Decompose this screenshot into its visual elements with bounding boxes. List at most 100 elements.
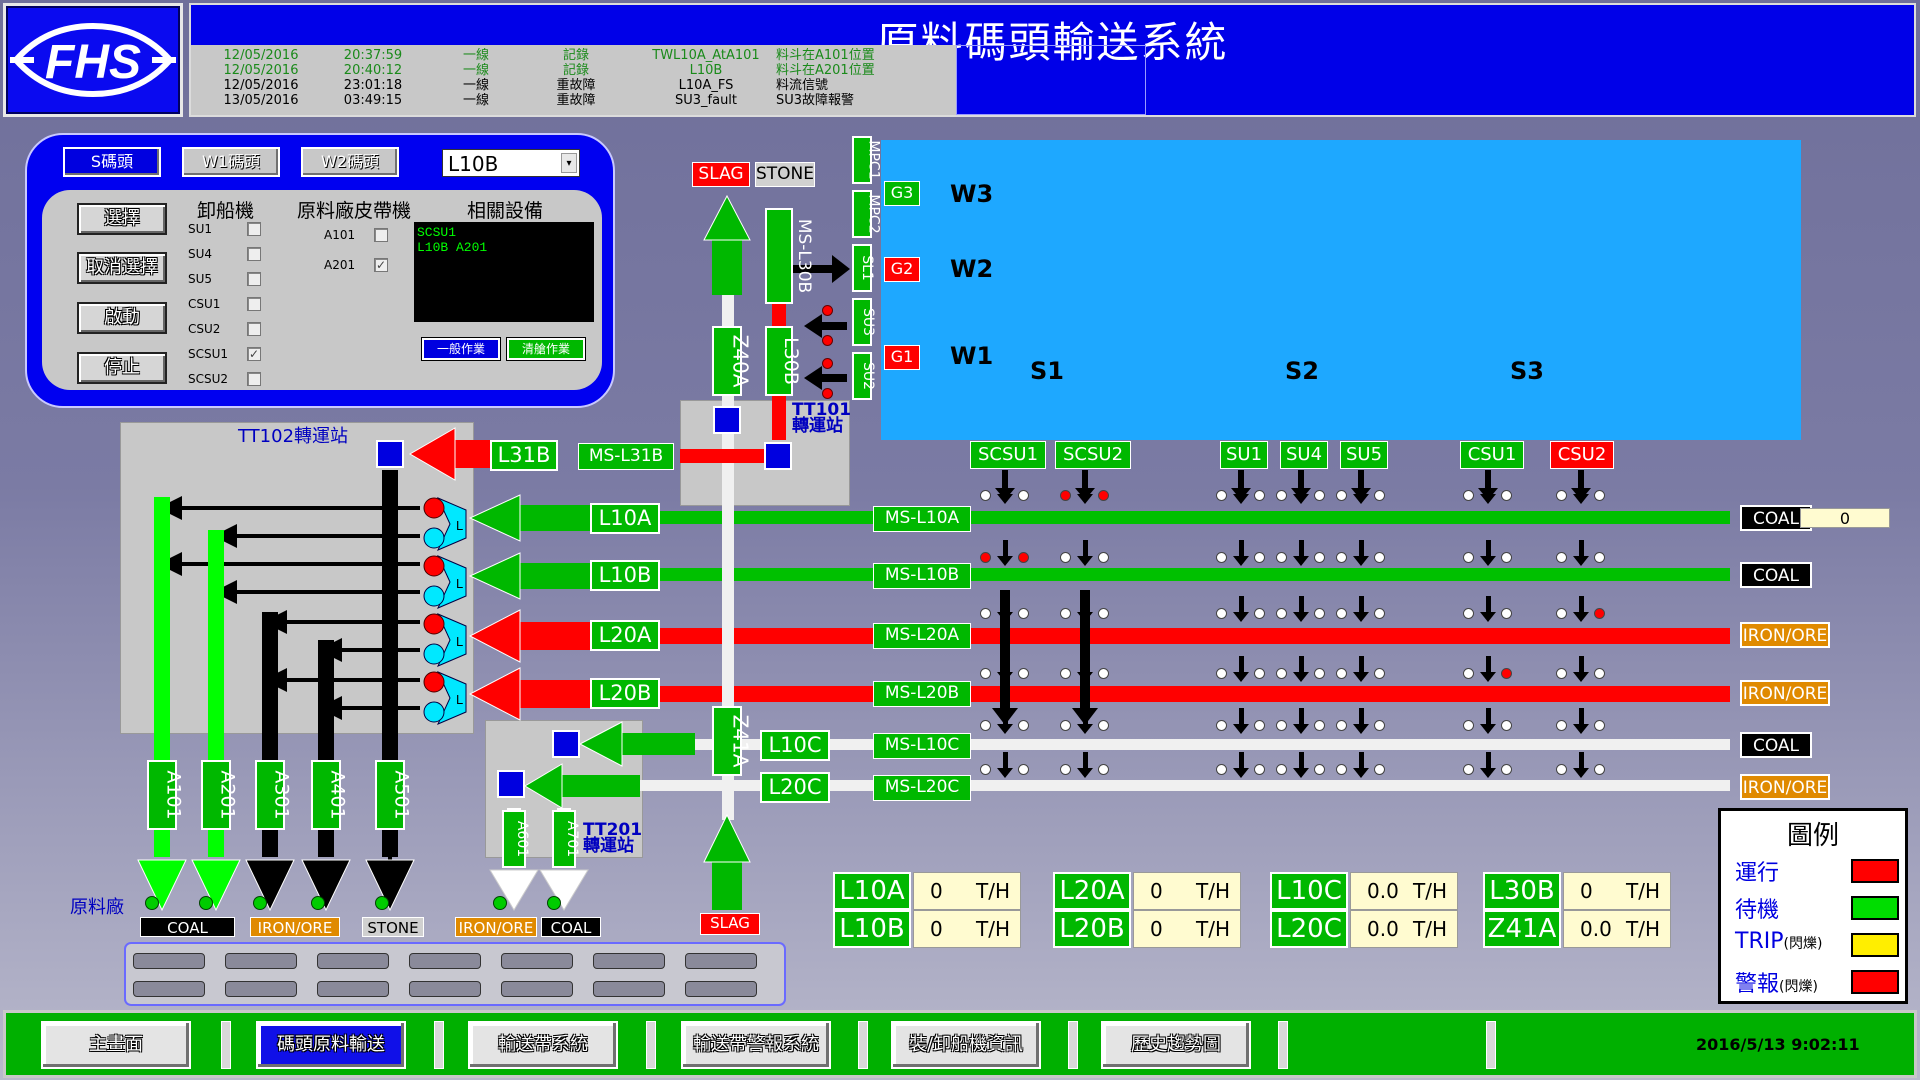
unloader-scsu2[interactable]: SCSU2 bbox=[1055, 441, 1131, 469]
feeder-arrow-head bbox=[1233, 556, 1249, 566]
stone-tag: STONE bbox=[755, 162, 815, 187]
nav-button-1[interactable]: 碼頭原料輸送 bbox=[256, 1021, 406, 1069]
feeder-arrow-head bbox=[1077, 768, 1093, 778]
belt-l10c bbox=[695, 739, 1730, 750]
feeder-arrow-head bbox=[1233, 672, 1249, 682]
feeder-arrow-head bbox=[1353, 768, 1369, 778]
feeder-dot bbox=[1374, 490, 1385, 501]
tag-a301: A301 bbox=[255, 760, 293, 830]
feeder-dot bbox=[1018, 608, 1029, 619]
unloader-su4[interactable]: SU4 bbox=[1280, 441, 1328, 469]
feeder-dot bbox=[1018, 490, 1029, 501]
feeder-dot bbox=[1276, 764, 1287, 775]
tag-mpc2: MPC2 bbox=[852, 190, 882, 238]
nav-button-4[interactable]: 裝/卸船機資訊 bbox=[891, 1021, 1041, 1069]
material-l10b: COAL bbox=[1740, 562, 1812, 588]
unloader-su1[interactable]: SU1 bbox=[1220, 441, 1268, 469]
belt-l20b bbox=[655, 686, 1730, 702]
feeder-dot bbox=[1314, 608, 1325, 619]
feeder-dot bbox=[1336, 668, 1347, 679]
nav-button-5[interactable]: 歷史趨勢圖 bbox=[1101, 1021, 1251, 1069]
unloader-su5[interactable]: SU5 bbox=[1340, 441, 1388, 469]
feeder-dot bbox=[1216, 552, 1227, 563]
diverter-icon: L bbox=[423, 555, 467, 609]
tag-ms-l20c: MS-L20C bbox=[873, 775, 971, 801]
feeder-arrow-head bbox=[997, 556, 1013, 566]
nav-button-0[interactable]: 主畫面 bbox=[41, 1021, 191, 1069]
feeder-dot bbox=[1463, 552, 1474, 563]
section-s1: S1 bbox=[1030, 357, 1064, 385]
throughput-name-l20c: L20C bbox=[1270, 910, 1348, 948]
hopper bbox=[133, 981, 205, 997]
feeder-arrow-head bbox=[1353, 724, 1369, 734]
tt101-block-b bbox=[764, 442, 792, 470]
datetime-display: 2016/5/13 9:02:11 bbox=[1696, 1035, 1860, 1054]
feeder-dot bbox=[1098, 764, 1109, 775]
throughput-unit: T/H bbox=[1196, 879, 1230, 903]
tag-ms-l10c: MS-L10C bbox=[873, 733, 971, 759]
hopper bbox=[501, 981, 573, 997]
legend-swatch-2 bbox=[1851, 933, 1899, 957]
output-material-3: IRON/ORE bbox=[455, 917, 537, 937]
hopper bbox=[409, 981, 481, 997]
feeder-dot bbox=[1018, 552, 1029, 563]
legend-label: 警報 bbox=[1735, 972, 1780, 997]
feeder-arrow-head bbox=[1573, 672, 1589, 682]
feeder-dot bbox=[1594, 552, 1605, 563]
tt102-block bbox=[376, 440, 404, 468]
feeder-arrow-head bbox=[1353, 612, 1369, 622]
nav-button-2[interactable]: 輸送帶系統 bbox=[468, 1021, 618, 1069]
unloader-feed-arrow bbox=[1358, 470, 1364, 490]
feeder-dot bbox=[1501, 764, 1512, 775]
hopper bbox=[317, 981, 389, 997]
nav-separator bbox=[434, 1021, 444, 1069]
slag-top-tag: SLAG bbox=[692, 162, 750, 187]
gate-g2[interactable]: G2 bbox=[884, 257, 920, 282]
feeder-dot bbox=[1254, 720, 1265, 731]
feeder-arrow-head bbox=[1293, 724, 1309, 734]
tag-mpc1: MPC1 bbox=[852, 136, 882, 184]
unloader-csu2[interactable]: CSU2 bbox=[1550, 441, 1614, 469]
feeder-dot bbox=[1060, 490, 1071, 501]
unloader-scsu1[interactable]: SCSU1 bbox=[970, 441, 1046, 469]
throughput-value-l10c: 0.0 T/H bbox=[1350, 872, 1458, 910]
feeder-dot bbox=[1060, 764, 1071, 775]
nav-button-3[interactable]: 輸送帶警報系統 bbox=[681, 1021, 831, 1069]
diverter-switch[interactable]: L bbox=[420, 494, 470, 554]
throughput-unit: T/H bbox=[976, 879, 1010, 903]
feeder-arrow-head bbox=[1293, 612, 1309, 622]
throughput-number: 0 bbox=[1580, 879, 1593, 903]
feeder-dot bbox=[980, 764, 991, 775]
feeder-dot bbox=[980, 490, 991, 501]
feeder-dot bbox=[1314, 720, 1325, 731]
feeder-dot bbox=[1594, 668, 1605, 679]
diverter-switch[interactable]: L bbox=[420, 668, 470, 728]
hopper bbox=[593, 953, 665, 969]
feeder-arrow-head bbox=[1077, 724, 1093, 734]
throughput-number: 0 bbox=[1150, 917, 1163, 941]
diverter-switch[interactable]: L bbox=[420, 552, 470, 612]
tag-l20c: L20C bbox=[760, 772, 830, 803]
tag-ms-l20a: MS-L20A bbox=[873, 623, 971, 649]
legend-title: 圖例 bbox=[1786, 821, 1839, 851]
unloader-feed-arrow-head bbox=[1291, 488, 1311, 500]
feeder-dot bbox=[1216, 668, 1227, 679]
feeder-dot bbox=[1276, 668, 1287, 679]
nav-separator bbox=[858, 1021, 868, 1069]
tag-a601: A601 bbox=[502, 810, 530, 868]
feeder-dot bbox=[1216, 490, 1227, 501]
unloader-csu1[interactable]: CSU1 bbox=[1460, 441, 1524, 469]
diverter-switch[interactable]: L bbox=[420, 610, 470, 670]
tag-a701: A701 bbox=[552, 810, 580, 868]
unloader-feed-arrow bbox=[1082, 470, 1088, 490]
throughput-name-l10c: L10C bbox=[1270, 872, 1348, 910]
hopper bbox=[225, 981, 297, 997]
feeder-arrow-head bbox=[1293, 672, 1309, 682]
throughput-name-l10a: L10A bbox=[833, 872, 911, 910]
bottom-nav-bar: 主畫面 碼頭原料輸送 輸送帶系統 輸送帶警報系統 裝/卸船機資訊 歷史趨勢圖 2016/5… bbox=[3, 1010, 1917, 1078]
feeder-dot bbox=[1314, 490, 1325, 501]
switch-label: L bbox=[456, 692, 463, 707]
feeder-arrow-head bbox=[1573, 556, 1589, 566]
feeder-dot bbox=[1314, 764, 1325, 775]
tag-l10b: L10B bbox=[590, 560, 660, 591]
